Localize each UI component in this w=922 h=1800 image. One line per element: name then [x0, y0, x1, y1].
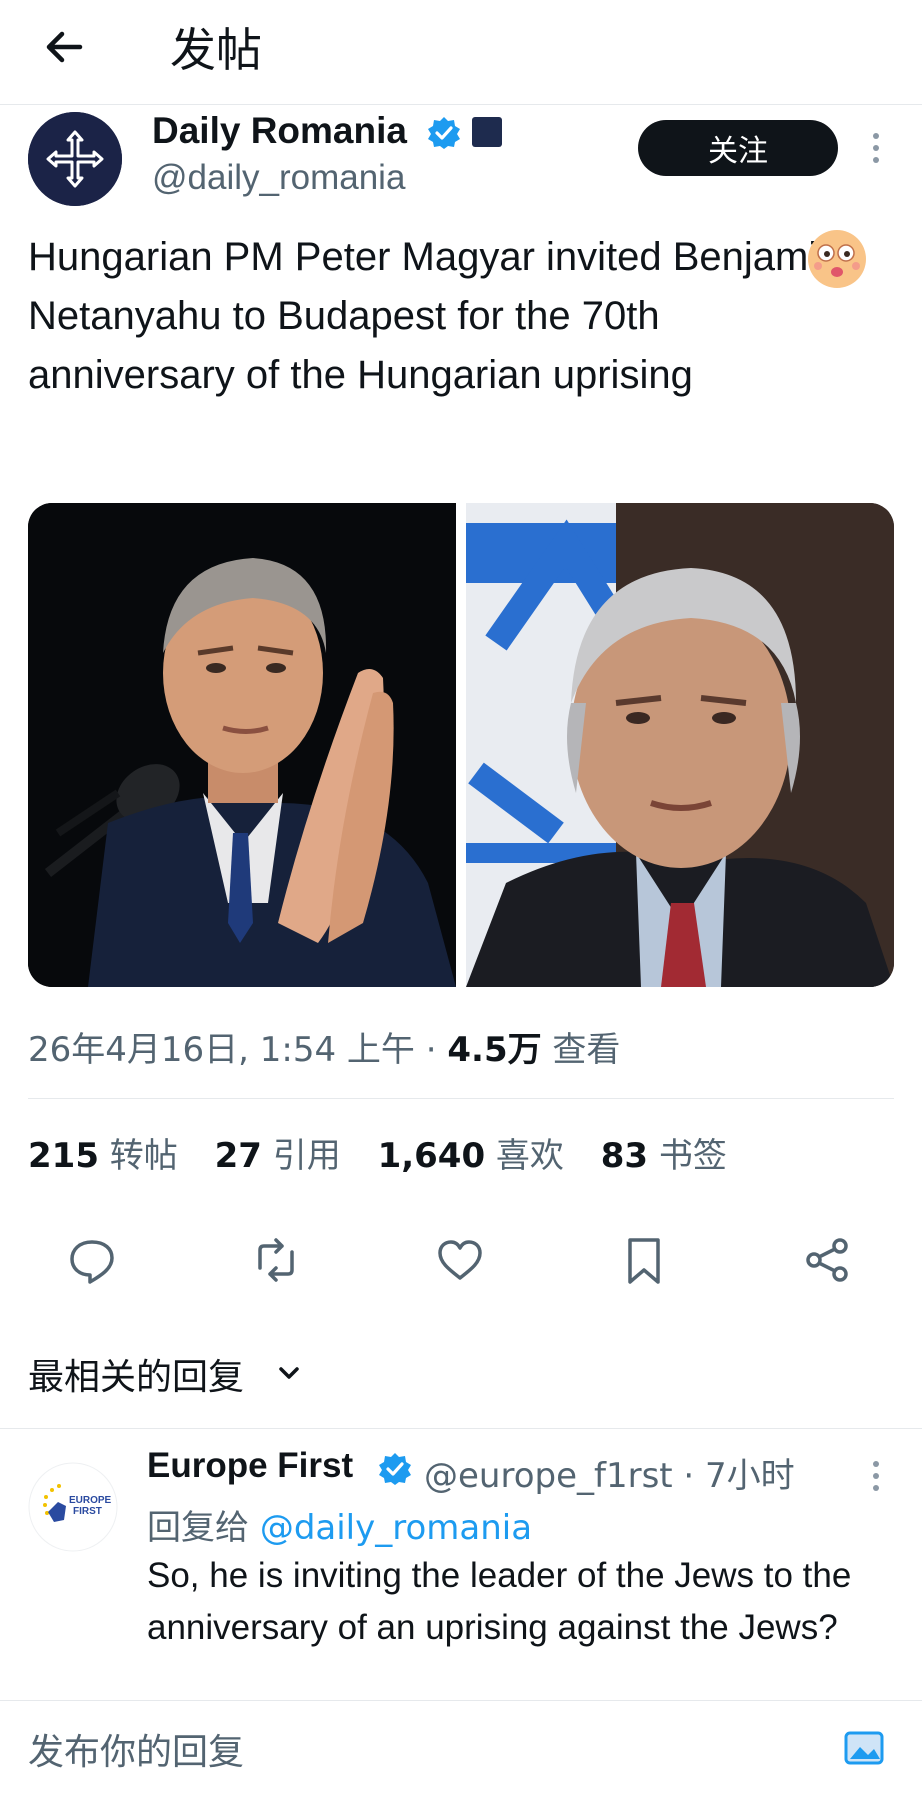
likes-stat[interactable]: 1,640 喜欢: [378, 1136, 564, 1176]
affiliate-badge-icon[interactable]: [472, 117, 502, 147]
reply-icon[interactable]: [64, 1232, 120, 1288]
page-title: 发帖: [170, 23, 262, 77]
likes-count: 1,640: [377, 1136, 486, 1176]
compose-media-icon[interactable]: [840, 1723, 890, 1773]
compose-bar: 发布你的回复: [0, 1700, 922, 1800]
reply-to-prefix: 回复给: [147, 1508, 260, 1548]
reply-avatar[interactable]: EUROPE FIRST: [28, 1462, 118, 1552]
reply-avatar-text-2: FIRST: [73, 1506, 102, 1517]
post-text: Hungarian PM Peter Magyar invited Benjam…: [28, 235, 840, 397]
repost-icon[interactable]: [248, 1232, 304, 1288]
author-handle[interactable]: @daily_romania: [152, 158, 405, 198]
bookmarks-stat[interactable]: 83 书签: [601, 1136, 727, 1176]
reply-text: So, he is inviting the leader of the Jew…: [147, 1556, 852, 1647]
bookmarks-count: 83: [600, 1136, 649, 1176]
emoji-face-icon[interactable]: [806, 228, 868, 290]
reply-to-mention[interactable]: @daily_romania: [260, 1508, 532, 1548]
more-options-icon[interactable]: [862, 1456, 890, 1496]
reply-input[interactable]: 发布你的回复: [28, 1723, 244, 1775]
share-icon[interactable]: [800, 1232, 856, 1288]
views-count: 4.5万: [447, 1030, 542, 1070]
reply-handle-time[interactable]: @europe_f1rst · 7小时: [424, 1448, 795, 1497]
reply-avatar-text-1: EUROPE: [69, 1495, 112, 1506]
quotes-stat[interactable]: 27 引用: [215, 1136, 341, 1176]
meta-separator: ·: [414, 1030, 448, 1070]
reposts-count: 215: [28, 1136, 99, 1176]
reposts-stat[interactable]: 215 转帖: [28, 1136, 178, 1176]
post-timestamp[interactable]: 26年4月16日, 1:54 上午: [28, 1030, 415, 1070]
back-arrow-icon[interactable]: [40, 22, 90, 72]
action-bar: [0, 1232, 922, 1292]
author-name[interactable]: Daily Romania: [152, 110, 407, 152]
more-options-icon[interactable]: [862, 128, 890, 168]
top-bar: 发帖: [0, 0, 922, 105]
follow-button[interactable]: 关注: [638, 120, 838, 176]
bookmarks-label: 书签: [658, 1136, 727, 1176]
chevron-down-icon[interactable]: [274, 1358, 304, 1388]
replies-sort-label[interactable]: 最相关的回复: [28, 1348, 244, 1400]
divider: [28, 1098, 894, 1099]
photo-speaker-clapping[interactable]: [28, 503, 456, 987]
author-avatar[interactable]: [28, 112, 122, 206]
views-label: 查看: [541, 1030, 621, 1070]
reply-author-name[interactable]: Europe First: [147, 1446, 353, 1486]
verified-badge-icon: [428, 117, 460, 149]
verified-badge-icon: [379, 1453, 411, 1485]
quotes-label: 引用: [272, 1136, 341, 1176]
engagement-stats: 215 转帖 27 引用 1,640 喜欢 83 书签: [28, 1128, 753, 1177]
reply-to-line: 回复给 @daily_romania: [147, 1500, 532, 1549]
reposts-label: 转帖: [109, 1136, 178, 1176]
post-media[interactable]: [28, 503, 894, 987]
photo-leader-portrait[interactable]: [466, 503, 894, 987]
divider: [0, 1428, 922, 1429]
quotes-count: 27: [214, 1136, 262, 1176]
bookmark-icon[interactable]: [616, 1232, 672, 1288]
post-meta: 26年4月16日, 1:54 上午 · 4.5万 查看: [28, 1022, 620, 1071]
like-icon[interactable]: [432, 1232, 488, 1288]
likes-label: 喜欢: [495, 1136, 564, 1176]
